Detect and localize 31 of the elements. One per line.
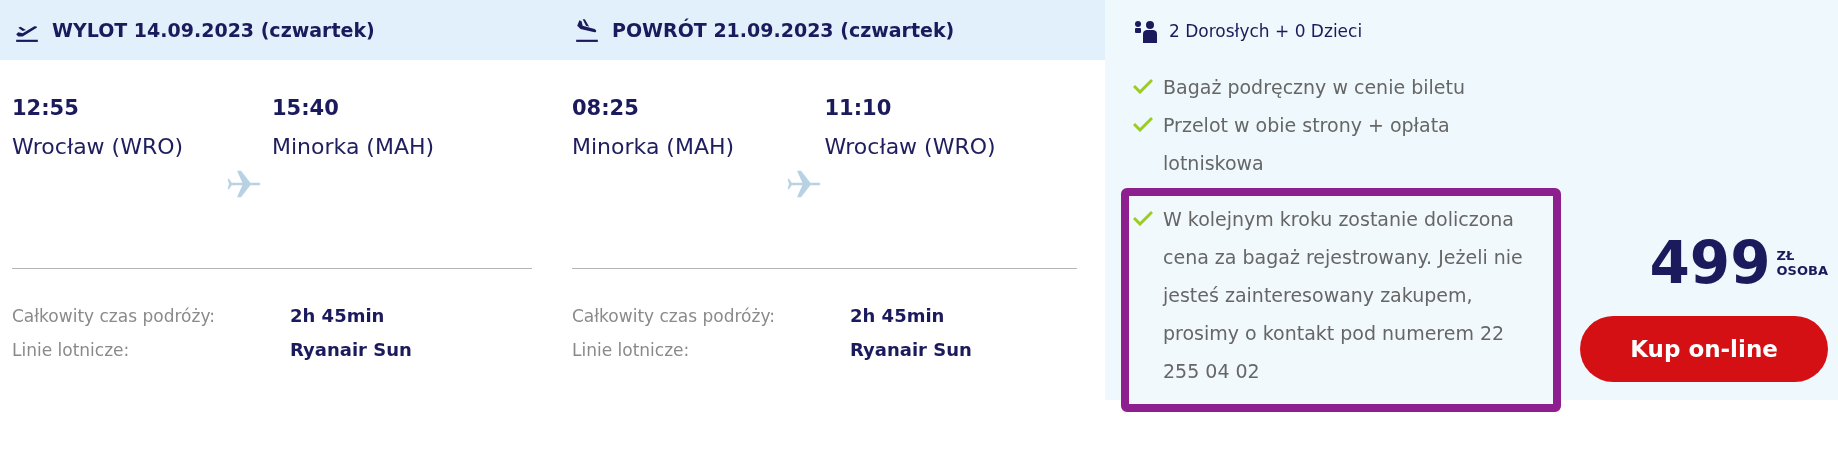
feature-text: Bagaż podręczny w cenie biletu [1163,75,1465,100]
currency: ZŁ [1776,248,1796,263]
detail-value: 2h 45min [290,304,385,328]
airport-name: Wrocław (WRO) [824,133,997,161]
check-icon [1133,78,1153,94]
detail-value: Ryanair Sun [290,338,412,362]
price: 499 [1649,232,1771,294]
detail-label: Linie lotnicze: [572,339,691,362]
check-icon [1133,116,1153,132]
feature-text: Przelot w obie strony + opłata lotniskowa [1163,113,1451,176]
detail-label: Całkowity czas podróży: [12,305,216,328]
flight-title: POWRÓT 21.09.2023 (czwartek) [612,19,955,41]
flight-time: 12:55 [12,95,80,122]
check-icon [1133,210,1153,226]
airport-name: Minorka (MAH) [272,133,436,161]
detail-value: Ryanair Sun [850,338,972,362]
detail-value: 2h 45min [850,304,945,328]
passenger-count: 2 Dorosłych + 0 Dzieci [1169,21,1363,41]
detail-label: Całkowity czas podróży: [572,305,776,328]
per-person-label: OSOBA [1776,263,1828,278]
airport-name: Minorka (MAH) [572,133,736,161]
people-icon [1133,19,1159,43]
detail-label: Linie lotnicze: [12,339,131,362]
buy-button[interactable]: Kup on-line [1580,316,1828,382]
flight-title: WYLOT 14.09.2023 (czwartek) [52,19,375,41]
feature-text: W kolejnym kroku zostanie doliczona cena za bagaż rejestrowany. Jeżeli nie jesteś zainteresowany zakupem, prosimy o kontakt pod numerem 22 255 04 02 [1163,207,1524,384]
flight-time: 15:40 [272,95,340,122]
landing-icon [574,17,600,43]
flight-time: 11:10 [824,95,893,122]
flight-time: 08:25 [572,95,640,122]
airport-name: Wrocław (WRO) [12,133,185,161]
